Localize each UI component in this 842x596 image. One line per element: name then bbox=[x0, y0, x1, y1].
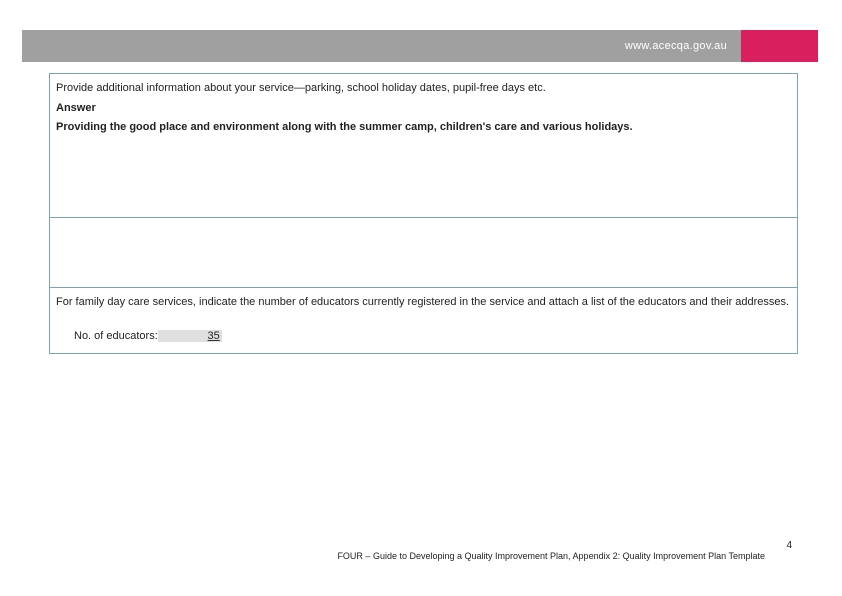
answer-text: Providing the good place and environment… bbox=[56, 120, 791, 135]
footer-text: FOUR – Guide to Developing a Quality Imp… bbox=[0, 551, 795, 561]
educators-label: No. of educators: bbox=[74, 330, 158, 342]
header-accent-block bbox=[741, 30, 818, 62]
educators-line: No. of educators: 35 bbox=[56, 330, 791, 342]
answer-label: Answer bbox=[56, 102, 791, 114]
prompt-additional-info: Provide additional information about you… bbox=[56, 81, 791, 96]
section-additional-info: Provide additional information about you… bbox=[50, 74, 797, 218]
content-table: Provide additional information about you… bbox=[49, 73, 798, 354]
header-url: www.acecqa.gov.au bbox=[625, 40, 727, 52]
header-grey-section: www.acecqa.gov.au bbox=[22, 30, 741, 62]
section-empty bbox=[50, 218, 797, 288]
section-family-day-care: For family day care services, indicate t… bbox=[50, 288, 797, 353]
header-bar: www.acecqa.gov.au bbox=[22, 30, 818, 62]
educators-value-field[interactable]: 35 bbox=[158, 330, 222, 342]
prompt-family-day-care: For family day care services, indicate t… bbox=[56, 295, 791, 310]
page-number: 4 bbox=[786, 540, 792, 551]
